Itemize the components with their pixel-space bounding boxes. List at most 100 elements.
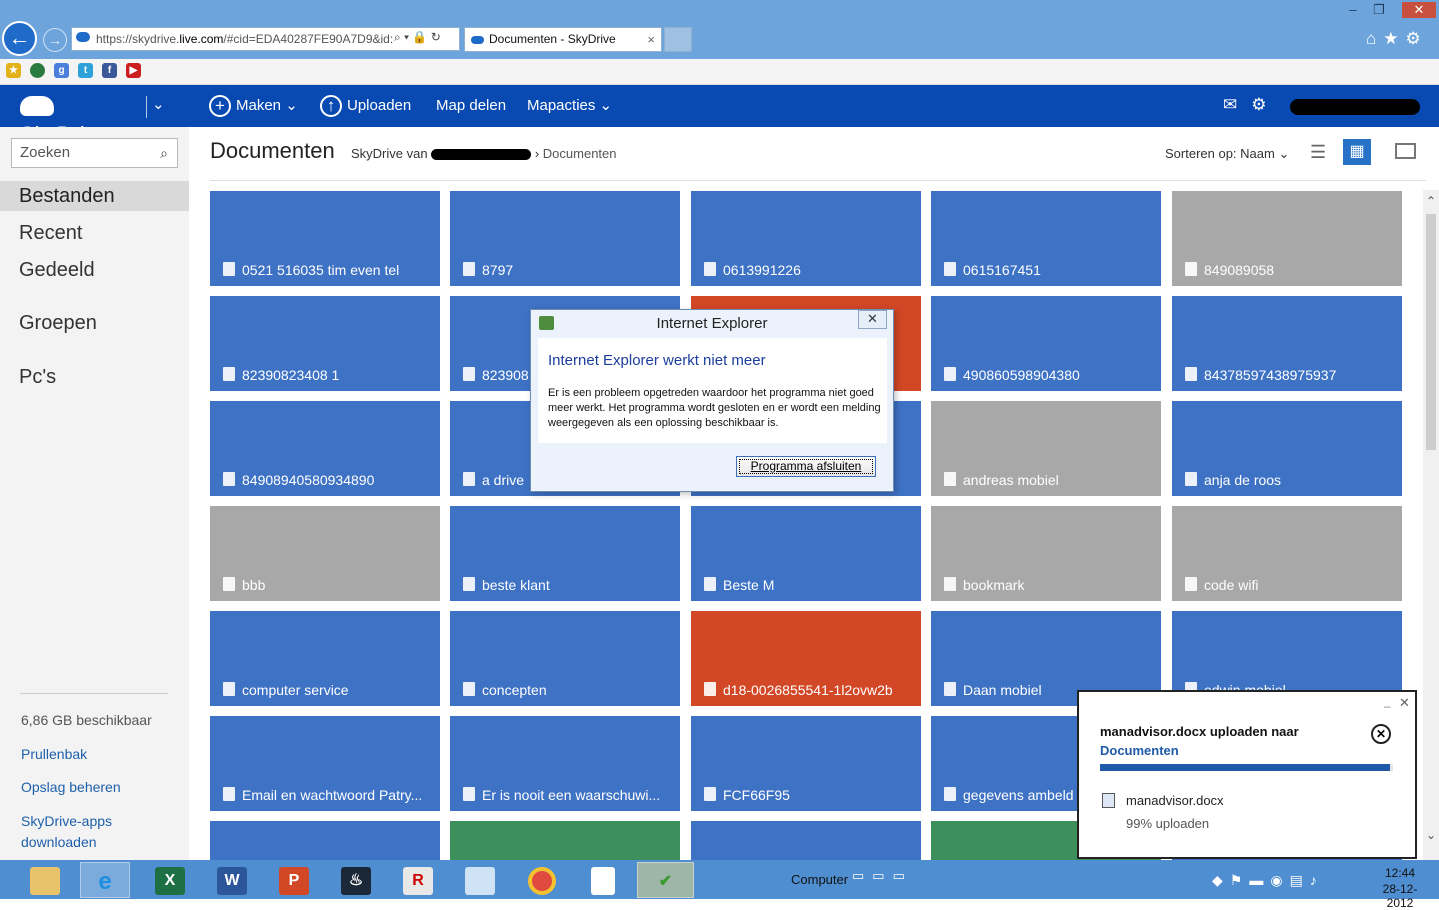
- dialog-close-button[interactable]: ✕: [858, 310, 887, 329]
- scrollbar-thumb[interactable]: [1426, 214, 1436, 450]
- network-drive-icon[interactable]: ▭: [852, 868, 872, 883]
- close-icon[interactable]: ✕: [1399, 695, 1410, 711]
- list-view-icon[interactable]: ☰: [1310, 142, 1330, 162]
- internet-explorer-taskbar-button[interactable]: e: [80, 862, 130, 898]
- home-icon[interactable]: ⌂: [1366, 29, 1383, 48]
- file-tile[interactable]: [450, 821, 680, 860]
- computer-toolbar-icons[interactable]: ▭▭▭: [852, 868, 913, 884]
- sidebar-item-recent[interactable]: Recent: [0, 218, 189, 248]
- manage-storage-link[interactable]: Opslag beheren: [21, 779, 121, 795]
- scroll-down-icon[interactable]: ⌄: [1423, 828, 1439, 842]
- document-taskbar-button[interactable]: [578, 862, 628, 898]
- sort-dropdown[interactable]: Sorteren op: Naam ⌄: [1165, 146, 1289, 162]
- minimize-button[interactable]: –: [1340, 2, 1366, 18]
- app-switcher-chevron-icon[interactable]: ⌄: [152, 95, 165, 113]
- upload-button[interactable]: ↑ Uploaden: [320, 95, 411, 118]
- cancel-upload-icon[interactable]: ✕: [1371, 724, 1391, 744]
- file-tile[interactable]: beste klant: [450, 506, 680, 601]
- youtube-icon[interactable]: ▶: [126, 63, 141, 78]
- file-tile[interactable]: 490860598904380: [931, 296, 1161, 391]
- address-bar-icons[interactable]: ⌕ ▾ 🔒 ↻: [394, 30, 458, 48]
- create-menu-button[interactable]: + Maken ⌄: [209, 95, 298, 118]
- restore-button[interactable]: ❐: [1366, 2, 1392, 18]
- problem-report-taskbar-button[interactable]: ✔: [637, 862, 694, 898]
- file-explorer-taskbar-button[interactable]: [20, 862, 70, 898]
- battery-icon[interactable]: ▬: [1249, 872, 1270, 888]
- file-tile[interactable]: 84378597438975937: [1172, 296, 1402, 391]
- download-apps-link[interactable]: SkyDrive-apps downloaden: [21, 811, 141, 853]
- excel-taskbar-button[interactable]: X: [145, 862, 195, 898]
- sidebar-item-shared[interactable]: Gedeeld: [0, 255, 189, 285]
- file-tile[interactable]: 8797: [450, 191, 680, 286]
- favorites-add-icon[interactable]: ★: [6, 63, 21, 78]
- file-tile[interactable]: Beste M: [691, 506, 921, 601]
- roblox-taskbar-button[interactable]: R: [393, 862, 443, 898]
- favorites-star-icon[interactable]: ★: [1383, 29, 1405, 48]
- action-center-flag-icon[interactable]: ⚑: [1230, 872, 1250, 888]
- search-icon[interactable]: ⌕: [160, 139, 168, 167]
- user-account-redacted[interactable]: [1290, 99, 1420, 115]
- card-reader-icon[interactable]: ▭: [893, 868, 913, 883]
- sidebar-item-pcs[interactable]: Pc's: [0, 362, 189, 392]
- file-tile[interactable]: Er is nooit een waarschuwi...: [450, 716, 680, 811]
- steam-taskbar-button[interactable]: ♨: [331, 862, 381, 898]
- google-icon[interactable]: g: [54, 63, 69, 78]
- twitter-icon[interactable]: t: [78, 63, 93, 78]
- sidebar-item-files[interactable]: Bestanden: [0, 181, 189, 211]
- system-tray[interactable]: ◆⚑▬◉▤♪: [1212, 872, 1324, 889]
- file-tile[interactable]: [691, 821, 921, 860]
- clock-time[interactable]: 12:44: [1370, 866, 1430, 880]
- file-tile[interactable]: 0521 516035 tim even tel: [210, 191, 440, 286]
- file-tile[interactable]: 849089058: [1172, 191, 1402, 286]
- computer-toolbar-label[interactable]: Computer: [791, 872, 848, 887]
- upload-destination[interactable]: Documenten: [1100, 743, 1179, 758]
- file-tile[interactable]: Email en wachtwoord Patry...: [210, 716, 440, 811]
- tab-close-icon[interactable]: ×: [647, 28, 655, 51]
- globe-icon[interactable]: [30, 63, 45, 78]
- file-tile[interactable]: d18-0026855541-1l2ovw2b: [691, 611, 921, 706]
- explorer-window-taskbar-button[interactable]: [455, 862, 505, 898]
- clock-date[interactable]: 28-12-2012: [1370, 882, 1430, 910]
- new-tab-button[interactable]: [664, 27, 692, 52]
- word-taskbar-button[interactable]: W: [207, 862, 257, 898]
- file-tile[interactable]: computer service: [210, 611, 440, 706]
- file-tile[interactable]: code wifi: [1172, 506, 1402, 601]
- file-tile[interactable]: 84908940580934890: [210, 401, 440, 496]
- breadcrumb-user-redacted[interactable]: [431, 149, 532, 161]
- file-tile[interactable]: andreas mobiel: [931, 401, 1161, 496]
- browser-tab[interactable]: Documenten - SkyDrive ×: [464, 27, 662, 52]
- file-tile[interactable]: bbb: [210, 506, 440, 601]
- file-tile[interactable]: FCF66F95: [691, 716, 921, 811]
- header-icons[interactable]: ✉⚙: [1223, 95, 1283, 115]
- nvidia-icon[interactable]: ◆: [1212, 872, 1230, 888]
- file-tile[interactable]: [210, 821, 440, 860]
- powerpoint-taskbar-button[interactable]: P: [269, 862, 319, 898]
- facebook-icon[interactable]: f: [102, 63, 117, 78]
- network-icon[interactable]: ▤: [1290, 872, 1310, 888]
- tile-view-icon[interactable]: ▦: [1343, 139, 1371, 165]
- volume-icon[interactable]: ♪: [1310, 872, 1324, 888]
- back-button[interactable]: ←: [2, 21, 37, 56]
- settings-gear-icon[interactable]: ⚙: [1251, 95, 1280, 114]
- messenger-icon[interactable]: ✉: [1223, 95, 1251, 114]
- close-program-button[interactable]: Programma afsluiten: [736, 456, 876, 477]
- file-tile[interactable]: anja de roos: [1172, 401, 1402, 496]
- share-folder-button[interactable]: Map delen: [436, 95, 506, 117]
- details-pane-icon[interactable]: [1395, 143, 1416, 159]
- window-close-button[interactable]: ✕: [1402, 2, 1436, 18]
- sidebar-item-groups[interactable]: Groepen: [0, 308, 189, 338]
- gear-icon[interactable]: ⚙: [1406, 29, 1428, 48]
- folder-actions-button[interactable]: Mapacties ⌄: [527, 95, 612, 117]
- printer-icon[interactable]: ▭: [872, 868, 892, 883]
- breadcrumb-root[interactable]: SkyDrive van: [351, 146, 428, 161]
- chrome-taskbar-button[interactable]: [517, 862, 567, 898]
- scroll-up-icon[interactable]: ⌃: [1423, 194, 1439, 208]
- skydrive-logo[interactable]: SkyDrive: [20, 93, 140, 147]
- forward-button[interactable]: →: [43, 28, 67, 52]
- file-tile[interactable]: 82390823408 1: [210, 296, 440, 391]
- file-tile[interactable]: 0613991226: [691, 191, 921, 286]
- file-tile[interactable]: concepten: [450, 611, 680, 706]
- recycle-bin-link[interactable]: Prullenbak: [21, 746, 87, 762]
- browser-toolbar-icons[interactable]: ⌂★⚙: [1366, 29, 1436, 49]
- minimize-icon[interactable]: –: [1384, 699, 1391, 713]
